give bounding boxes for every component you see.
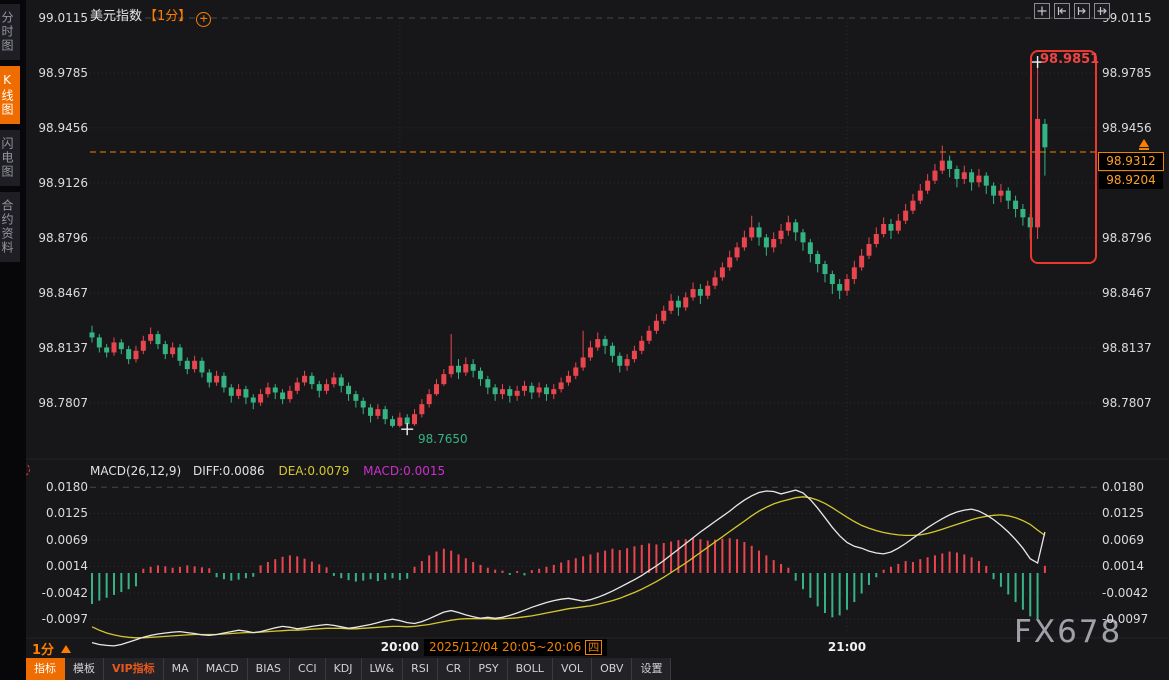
macd-params: MACD(26,12,9) [90, 464, 181, 478]
price-axis-label-right: 98.8467 [1102, 286, 1152, 300]
scroll-to-latest-icon[interactable] [1139, 139, 1149, 150]
macd-axis-label-left: -0.0042 [30, 586, 88, 600]
macd-dea-value: DEA:0.0079 [278, 464, 349, 478]
toolbar-item-BOLL[interactable]: BOLL [508, 658, 553, 680]
price-axis-label-left: 98.8467 [30, 286, 88, 300]
macd-diff-value: DIFF:0.0086 [193, 464, 265, 478]
macd-axis-label-right: 0.0180 [1102, 480, 1144, 494]
macd-axis-label-left: 0.0069 [30, 533, 88, 547]
toolbar-item-CCI[interactable]: CCI [290, 658, 326, 680]
last-price-tag: 98.9312 [1098, 152, 1164, 171]
toolbar-item-指标[interactable]: 指标 [26, 658, 65, 680]
highlight-box [1030, 50, 1097, 264]
toolbar-item-VOL[interactable]: VOL [553, 658, 592, 680]
macd-axis-label-left: 0.0180 [30, 480, 88, 494]
price-axis-label-left: 98.9785 [30, 66, 88, 80]
macd-axis-label-right: -0.0097 [1102, 612, 1148, 626]
symbol-title: 美元指数 [90, 9, 142, 24]
macd-header: MACD(26,12,9) DIFF:0.0086 DEA:0.0079 MAC… [90, 464, 445, 478]
price-axis-label-left: 99.0115 [30, 11, 88, 25]
secondary-price-tag: 98.9204 [1099, 172, 1163, 189]
toolbar-item-KDJ[interactable]: KDJ [326, 658, 362, 680]
high-price-label: 98.9851 [1040, 52, 1099, 67]
toolbar-item-OBV[interactable]: OBV [592, 658, 632, 680]
macd-axis-label-left: 0.0125 [30, 506, 88, 520]
macd-axis-label-left: 0.0014 [30, 559, 88, 573]
tooltip-date: 2025/12/04 20:05~20:06 [429, 640, 581, 654]
macd-axis-label-right: 0.0014 [1102, 559, 1144, 573]
low-price-label: 98.7650 [418, 432, 468, 446]
sidebar-item-kline-chart[interactable]: K线图 [0, 66, 20, 124]
toolbar-item-设置[interactable]: 设置 [632, 658, 671, 680]
add-indicator-icon[interactable]: + [196, 12, 211, 27]
toolbar-item-BIAS[interactable]: BIAS [248, 658, 290, 680]
macd-axis-label-left: -0.0097 [30, 612, 88, 626]
price-axis-label-right: 98.9785 [1102, 66, 1152, 80]
price-axis-label-right: 98.8796 [1102, 231, 1152, 245]
toolbar-item-LW&[interactable]: LW& [362, 658, 404, 680]
time-axis-label: 20:00 [381, 640, 419, 654]
sidebar-item-flash-chart[interactable]: 闪电图 [0, 130, 20, 186]
price-axis-label-right: 98.7807 [1102, 396, 1152, 410]
time-axis-label: 21:00 [828, 640, 866, 654]
price-axis-label-left: 98.8137 [30, 341, 88, 355]
macd-axis-label-right: 0.0125 [1102, 506, 1144, 520]
chart-tools [1034, 3, 1110, 19]
price-axis-label-left: 98.7807 [30, 396, 88, 410]
trading-app: 分时图 K线图 闪电图 合约资料 美元指数【1分】 + 98.9851 98.76… [0, 0, 1169, 680]
tooltip-weekday: 四 [585, 640, 602, 655]
triangle-up-icon [61, 645, 71, 653]
toolbar-item-模板[interactable]: 模板 [65, 658, 104, 680]
price-axis-label-left: 98.9456 [30, 121, 88, 135]
period-selector[interactable]: 1分 [32, 639, 71, 658]
scale-left-icon[interactable] [1054, 3, 1070, 19]
chart-type-sidebar: 分时图 K线图 闪电图 合约资料 [0, 0, 26, 680]
macd-axis-label-right: -0.0042 [1102, 586, 1148, 600]
toolbar-item-PSY[interactable]: PSY [470, 658, 507, 680]
price-axis-label-left: 98.9126 [30, 176, 88, 190]
price-axis-label-right: 98.8137 [1102, 341, 1152, 355]
macd-macd-value: MACD:0.0015 [363, 464, 445, 478]
sidebar-item-contract-info[interactable]: 合约资料 [0, 192, 20, 262]
chart-plot-area[interactable] [90, 18, 1098, 638]
macd-axis-label-right: 0.0069 [1102, 533, 1144, 547]
crosshair-icon[interactable] [1034, 3, 1050, 19]
crosshair-time-tooltip: 2025/12/04 20:05~20:06 四 [424, 639, 607, 656]
toolbar-item-MACD[interactable]: MACD [198, 658, 248, 680]
toolbar-item-RSI[interactable]: RSI [403, 658, 438, 680]
toolbar-item-MA[interactable]: MA [164, 658, 198, 680]
chart-header: 美元指数【1分】 + [90, 5, 211, 27]
period-selector-label: 1分 [32, 639, 54, 658]
toolbar-item-CR[interactable]: CR [438, 658, 470, 680]
period-tag: 【1分】 [144, 9, 191, 24]
price-axis-label-right: 98.9456 [1102, 121, 1152, 135]
sidebar-item-time-chart[interactable]: 分时图 [0, 4, 20, 60]
price-axis-label-left: 98.8796 [30, 231, 88, 245]
toolbar-item-VIP指标[interactable]: VIP指标 [104, 658, 164, 680]
indicator-toolbar: 指标模板VIP指标MAMACDBIASCCIKDJLW&RSICRPSYBOLL… [26, 658, 671, 680]
scale-right-icon[interactable] [1074, 3, 1090, 19]
pan-right-icon[interactable] [1094, 3, 1110, 19]
